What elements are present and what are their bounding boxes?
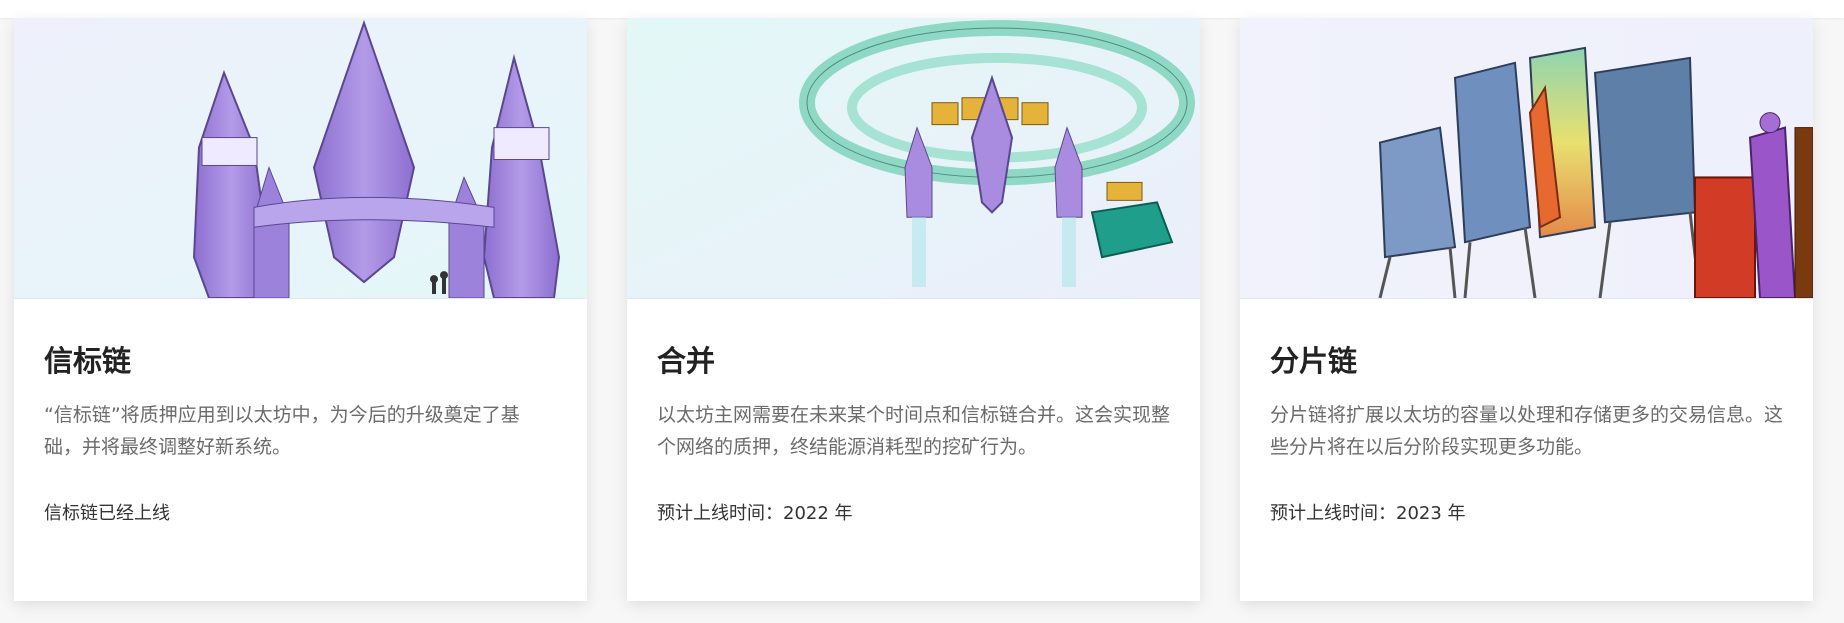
top-navbar-edge xyxy=(0,0,1844,18)
card-shard-chains[interactable]: 分片链 分片链将扩展以太坊的容量以处理和存储更多的交易信息。这些分片将在以后分阶… xyxy=(1240,18,1813,601)
upgrade-cards: 信标链 “信标链”将质押应用到以太坊中，为今后的升级奠定了基础，并将最终调整好新… xyxy=(14,18,1813,601)
card-status: 信标链已经上线 xyxy=(44,503,170,524)
card-image-beacon-chain xyxy=(14,18,587,299)
card-description: “信标链”将质押应用到以太坊中，为今后的升级奠定了基础，并将最终调整好新系统。 xyxy=(44,404,520,458)
card-status: 预计上线时间：2022 年 xyxy=(657,503,853,524)
merge-ring-illustration xyxy=(627,18,1200,298)
card-status: 预计上线时间：2023 年 xyxy=(1270,503,1466,524)
rocket-ship-illustration xyxy=(14,18,587,298)
card-description: 以太坊主网需要在未来某个时间点和信标链合并。这会实现整个网络的质押，终结能源消耗… xyxy=(657,404,1171,458)
card-merge[interactable]: 合并 以太坊主网需要在未来某个时间点和信标链合并。这会实现整个网络的质押，终结能… xyxy=(627,18,1200,601)
card-image-shard-chains xyxy=(1240,18,1813,299)
card-beacon-chain[interactable]: 信标链 “信标链”将质押应用到以太坊中，为今后的升级奠定了基础，并将最终调整好新… xyxy=(14,18,587,601)
shard-chain-illustration xyxy=(1240,18,1813,298)
card-title: 分片链 xyxy=(1270,344,1358,378)
card-title: 信标链 xyxy=(44,344,132,378)
card-title: 合并 xyxy=(657,344,716,378)
card-image-merge xyxy=(627,18,1200,299)
card-description: 分片链将扩展以太坊的容量以处理和存储更多的交易信息。这些分片将在以后分阶段实现更… xyxy=(1270,404,1784,458)
